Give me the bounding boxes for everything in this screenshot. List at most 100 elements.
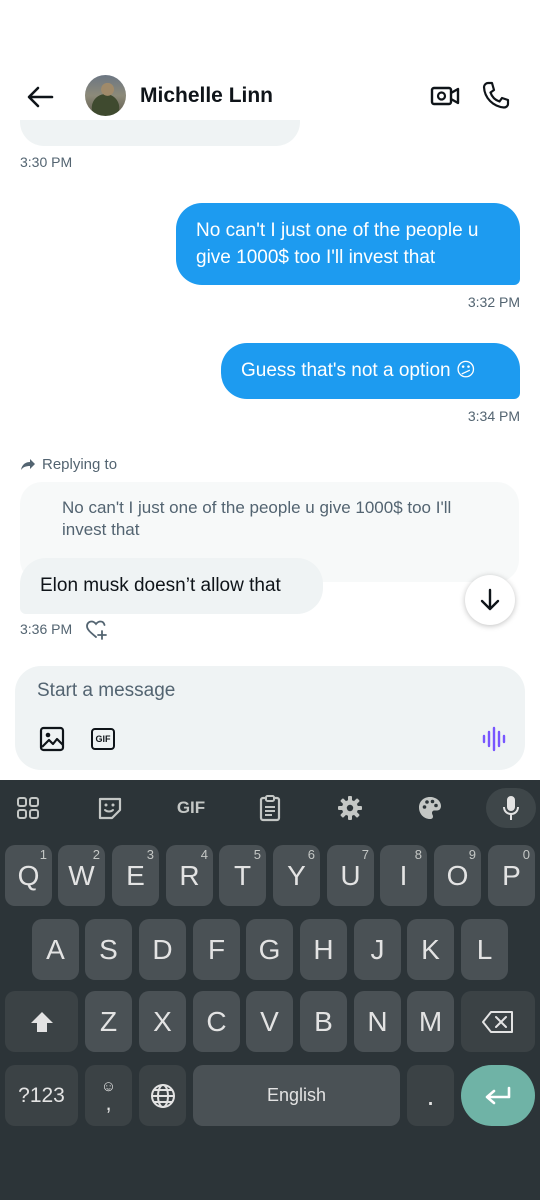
video-camera-icon <box>430 86 460 106</box>
timestamp: 3:30 PM <box>20 154 73 170</box>
settings-button[interactable] <box>334 793 366 823</box>
key-e[interactable]: E3 <box>112 845 159 906</box>
add-photo-button[interactable] <box>39 726 65 752</box>
key-label: Q <box>17 859 40 891</box>
outgoing-message-bubble[interactable]: Guess that's not a option 😕 <box>221 343 520 399</box>
key-label: E <box>126 859 145 891</box>
key-hint: 3 <box>146 847 154 862</box>
key-d[interactable]: D <box>139 919 186 980</box>
key-y[interactable]: Y6 <box>273 845 320 906</box>
language-key[interactable] <box>139 1065 186 1126</box>
globe-icon <box>150 1083 175 1108</box>
apps-grid-button[interactable] <box>12 793 44 823</box>
backspace-key[interactable] <box>461 991 535 1052</box>
key-hint: 4 <box>200 847 208 862</box>
image-icon <box>39 726 65 752</box>
voice-call-button[interactable] <box>482 80 510 110</box>
key-j[interactable]: J <box>354 919 401 980</box>
key-label: U <box>340 859 361 891</box>
dm-conversation-screen: Michelle Linn 3:30 PM No can't I just on… <box>0 0 540 1200</box>
key-hint: 2 <box>92 847 100 862</box>
keyboard-toolbar: GIF <box>0 780 540 836</box>
timestamp: 3:36 PM <box>20 621 73 637</box>
key-s[interactable]: S <box>85 919 132 980</box>
add-reaction-button[interactable] <box>86 620 108 640</box>
comma-label: , <box>105 1090 112 1115</box>
outgoing-message-bubble[interactable]: No can't I just one of the people u give… <box>176 203 520 285</box>
theme-button[interactable] <box>414 793 446 823</box>
period-key[interactable]: . <box>407 1065 454 1126</box>
voice-typing-button[interactable] <box>486 788 536 828</box>
key-z[interactable]: Z <box>85 991 132 1052</box>
video-call-button[interactable] <box>430 81 460 111</box>
key-b[interactable]: B <box>300 991 347 1052</box>
key-label: I <box>399 859 408 891</box>
key-m[interactable]: M <box>407 991 454 1052</box>
space-bar[interactable]: English <box>193 1065 400 1126</box>
symbols-key[interactable]: ?123 <box>5 1065 78 1126</box>
key-hint: 9 <box>468 847 476 862</box>
key-f[interactable]: F <box>193 919 240 980</box>
key-o[interactable]: O9 <box>434 845 481 906</box>
key-hint: 6 <box>307 847 315 862</box>
gif-search-button[interactable]: GIF <box>172 793 210 823</box>
on-screen-keyboard: G I F Q 1 W 2 E 3 R 4 T 5 Y 6 U 7 I 8 O 9 … <box>0 780 540 1200</box>
key-q[interactable]: Q1 <box>5 845 52 906</box>
key-i[interactable]: I8 <box>380 845 427 906</box>
clipboard-icon <box>259 795 281 822</box>
clipboard-button[interactable] <box>254 793 286 823</box>
add-gif-button[interactable]: GIF <box>91 728 115 750</box>
incoming-message-bubble[interactable]: Elon musk doesn’t allow that <box>20 558 323 614</box>
shift-key[interactable] <box>5 991 78 1052</box>
audio-wave-icon <box>482 726 506 752</box>
key-v[interactable]: V <box>246 991 293 1052</box>
reply-arrow-icon <box>21 458 35 470</box>
grid-icon <box>17 797 39 819</box>
key-label: R <box>179 859 200 891</box>
key-t[interactable]: T5 <box>219 845 266 906</box>
message-text-line: No can't I just one of the people u <box>196 220 479 241</box>
backspace-icon <box>482 1010 513 1033</box>
heart-plus-icon <box>86 620 107 640</box>
message-text: Guess that's not a option 😕 <box>241 360 476 381</box>
contact-name[interactable]: Michelle Linn <box>140 84 273 108</box>
comma-emoji-key[interactable]: ☺ , <box>85 1065 132 1126</box>
key-hint: 1 <box>39 847 47 862</box>
scroll-to-bottom-button[interactable] <box>465 575 515 625</box>
replying-to-text: Replying to <box>42 456 118 473</box>
key-w[interactable]: W2 <box>58 845 105 906</box>
sticker-button[interactable] <box>94 793 126 823</box>
key-l[interactable]: L <box>461 919 508 980</box>
key-label: Y <box>287 859 306 891</box>
quoted-text-line: No can't I just one of the people u give… <box>62 498 452 517</box>
key-label: W <box>68 859 95 891</box>
key-g[interactable]: G <box>246 919 293 980</box>
quoted-text-line: invest that <box>62 520 140 539</box>
key-hint: 0 <box>522 847 530 862</box>
timestamp: 3:32 PM <box>467 294 520 310</box>
gear-icon <box>338 796 362 820</box>
key-x[interactable]: X <box>139 991 186 1052</box>
key-u[interactable]: U7 <box>327 845 374 906</box>
shift-arrow-icon <box>30 1011 53 1032</box>
back-button[interactable] <box>22 82 58 112</box>
key-n[interactable]: N <box>354 991 401 1052</box>
voice-message-button[interactable] <box>481 726 507 752</box>
key-r[interactable]: R4 <box>166 845 213 906</box>
enter-key[interactable] <box>461 1065 535 1126</box>
key-label: O <box>446 859 469 891</box>
enter-arrow-icon <box>485 1086 511 1104</box>
key-k[interactable]: K <box>407 919 454 980</box>
avatar[interactable] <box>85 75 126 116</box>
previous-incoming-bubble[interactable] <box>20 120 300 146</box>
microphone-icon <box>503 796 519 820</box>
arrow-left-icon <box>27 86 54 108</box>
message-input[interactable]: Start a message <box>37 680 175 702</box>
key-hint: 7 <box>361 847 369 862</box>
sticker-icon <box>98 797 122 820</box>
key-c[interactable]: C <box>193 991 240 1052</box>
message-composer: Start a message GIF <box>15 666 525 770</box>
key-a[interactable]: A <box>32 919 79 980</box>
key-h[interactable]: H <box>300 919 347 980</box>
key-p[interactable]: P0 <box>488 845 535 906</box>
